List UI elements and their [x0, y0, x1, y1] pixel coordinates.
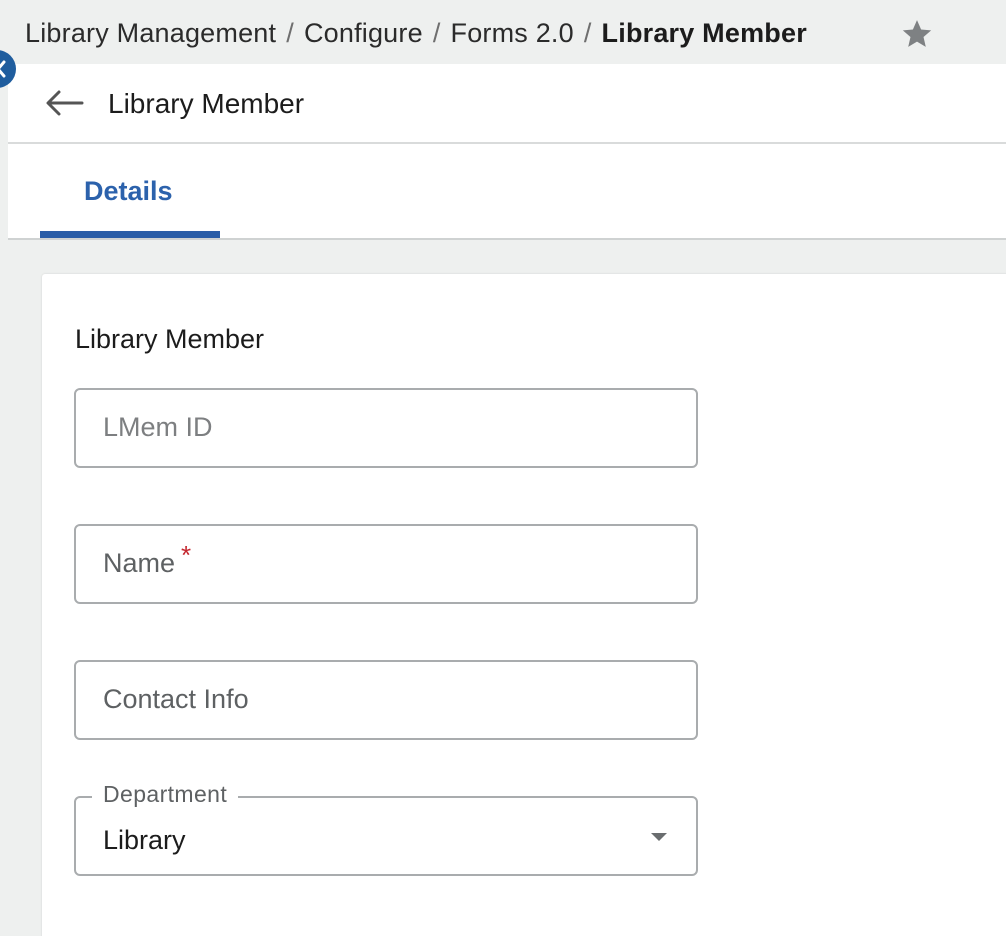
breadcrumb: Library Management / Configure / Forms 2.0 / L… — [25, 18, 807, 49]
breadcrumb-separator: / — [583, 18, 592, 48]
breadcrumb-item-library-management[interactable]: Library Management — [25, 18, 276, 48]
contact-info-placeholder: Contact Info — [103, 684, 249, 714]
lmem-id-placeholder: LMem ID — [103, 412, 213, 442]
title-row: Library Member — [8, 64, 1006, 144]
tab-details[interactable]: Details — [40, 144, 220, 238]
name-placeholder-text: Name — [103, 548, 176, 578]
department-label: Department — [92, 781, 239, 808]
section-title: Library Member — [75, 324, 265, 354]
page-title: Library Member — [108, 88, 305, 119]
contact-info-field[interactable]: Contact Info — [74, 660, 698, 740]
required-asterisk: * — [181, 540, 192, 570]
department-value: Library — [103, 825, 186, 855]
breadcrumb-item-configure[interactable]: Configure — [304, 18, 423, 48]
breadcrumb-item-forms[interactable]: Forms 2.0 — [451, 18, 574, 48]
lmem-id-field[interactable]: LMem ID — [74, 388, 698, 468]
tab-details-label: Details — [84, 176, 173, 206]
caret-down-icon[interactable] — [649, 831, 669, 843]
star-icon[interactable] — [900, 17, 934, 51]
breadcrumb-bar: Library Management / Configure / Forms 2.0 / L… — [0, 0, 1006, 64]
chevron-left-icon — [0, 60, 6, 78]
name-placeholder: Name * — [103, 540, 191, 579]
breadcrumb-separator: / — [432, 18, 441, 48]
back-arrow-icon[interactable] — [44, 88, 84, 118]
name-field[interactable]: Name * — [74, 524, 698, 604]
department-select[interactable]: Department Library — [74, 781, 698, 876]
page: Library Management / Configure / Forms 2.0 / L… — [0, 0, 1006, 936]
tab-bar: Details — [8, 144, 1006, 240]
breadcrumb-separator: / — [286, 18, 294, 48]
breadcrumb-current: Library Member — [601, 18, 807, 48]
header-panel: Library Member Details — [8, 64, 1006, 240]
form-card: Library Member LMem ID Name * Contact Inf… — [42, 274, 1006, 936]
